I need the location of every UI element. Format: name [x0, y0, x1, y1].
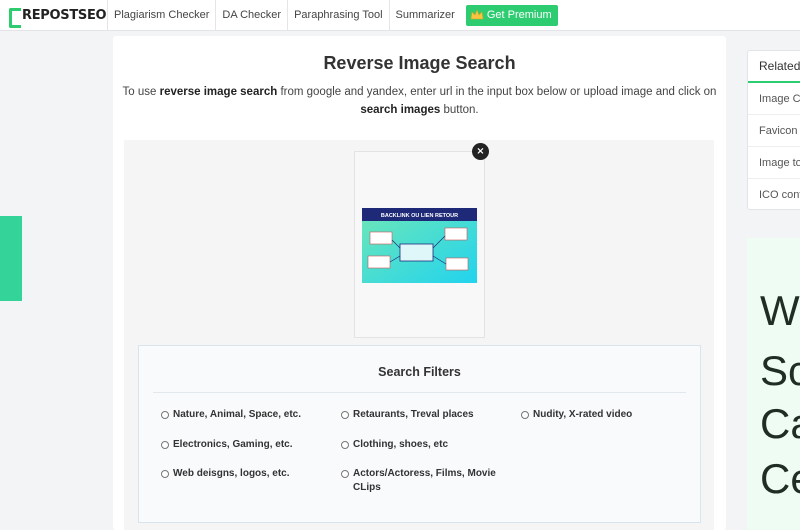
desc-bold-search-images: search images — [360, 104, 441, 116]
radio-button[interactable] — [161, 441, 169, 449]
nav-summarizer[interactable]: Summarizer — [390, 0, 461, 31]
get-premium-label: Get Premium — [486, 9, 552, 21]
filter-option-label: Nature, Animal, Space, etc. — [173, 409, 302, 420]
related-tools-panel: Related Image C Favicon Image to ICO con… — [747, 50, 800, 210]
filter-option-label: Web deisgns, logos, etc. — [173, 468, 290, 479]
filter-option-web-designs[interactable]: Web deisgns, logos, etc. — [161, 467, 331, 481]
filter-option-label: Electronics, Gaming, etc. — [173, 439, 293, 450]
related-tool-link[interactable]: Image to — [748, 147, 800, 179]
filter-option-nudity[interactable]: Nudity, X-rated video — [521, 408, 691, 422]
filter-option-restaurants[interactable]: Retaurants, Treval places — [341, 408, 511, 422]
filter-option-label: Nudity, X-rated video — [533, 409, 633, 420]
desc-text: To use — [122, 86, 160, 98]
filter-option-label: Actors/Actoress, Films, Movie CLips — [353, 468, 496, 493]
related-tool-link[interactable]: Image C — [748, 83, 800, 115]
get-premium-button[interactable]: Get Premium — [465, 4, 558, 26]
radio-button[interactable] — [341, 470, 349, 478]
thumbnail-heading: BACKLINK OU LIEN RETOUR — [381, 213, 458, 219]
close-icon: × — [476, 146, 485, 157]
uploaded-image-thumbnail: BACKLINK OU LIEN RETOUR — [362, 208, 477, 283]
filter-option-actors[interactable]: Actors/Actoress, Films, Movie CLips — [341, 467, 501, 495]
ad-text: W — [760, 287, 800, 334]
logo-mark-icon — [8, 6, 22, 28]
radio-button[interactable] — [161, 470, 169, 478]
ad-text: Ce — [760, 455, 800, 502]
top-navbar: REPOSTSEO Plagiarism Checker DA Checker … — [0, 0, 800, 31]
image-preview-box: BACKLINK OU LIEN RETOUR — [354, 151, 485, 338]
search-filters-panel: Search Filters Nature, Animal, Space, et… — [138, 345, 701, 523]
nav-paraphrasing-tool[interactable]: Paraphrasing Tool — [288, 0, 390, 31]
search-filters-title: Search Filters — [378, 365, 461, 379]
filter-option-label: Retaurants, Treval places — [353, 409, 474, 420]
site-logo[interactable]: REPOSTSEO — [0, 0, 108, 31]
desc-text: from google and yandex, enter url in the… — [277, 86, 717, 98]
divider — [153, 392, 686, 393]
filter-option-clothing[interactable]: Clothing, shoes, etc — [341, 438, 511, 452]
side-feedback-tab[interactable] — [0, 216, 22, 301]
radio-button[interactable] — [161, 411, 169, 419]
filter-option-label: Clothing, shoes, etc — [353, 439, 449, 450]
main-card: Reverse Image Search To use reverse imag… — [113, 36, 726, 530]
related-tool-link[interactable]: ICO conv — [748, 179, 800, 209]
radio-button[interactable] — [341, 441, 349, 449]
related-tools-heading: Related — [748, 51, 800, 83]
advertisement-panel[interactable]: W Sc Ca Ce — [747, 238, 800, 530]
nav-da-checker[interactable]: DA Checker — [216, 0, 289, 31]
nav-plagiarism-checker[interactable]: Plagiarism Checker — [108, 0, 217, 31]
image-upload-area[interactable]: BACKLINK OU LIEN RETOUR × Search Filters… — [124, 140, 714, 530]
related-tool-link[interactable]: Favicon — [748, 115, 800, 147]
page-title: Reverse Image Search — [323, 53, 516, 73]
ad-text: Sc — [760, 347, 800, 394]
radio-button[interactable] — [521, 411, 529, 419]
remove-image-button[interactable]: × — [472, 143, 489, 160]
logo-text: REPOSTSEO — [22, 7, 107, 23]
crown-icon — [470, 9, 484, 20]
filter-option-nature[interactable]: Nature, Animal, Space, etc. — [161, 408, 331, 422]
ad-text: Ca — [760, 400, 800, 447]
desc-bold-reverse-image-search: reverse image search — [159, 86, 278, 98]
desc-text: button. — [440, 104, 479, 116]
page-description: To use reverse image search from google … — [121, 83, 718, 119]
filter-option-electronics[interactable]: Electronics, Gaming, etc. — [161, 438, 331, 452]
radio-button[interactable] — [341, 411, 349, 419]
